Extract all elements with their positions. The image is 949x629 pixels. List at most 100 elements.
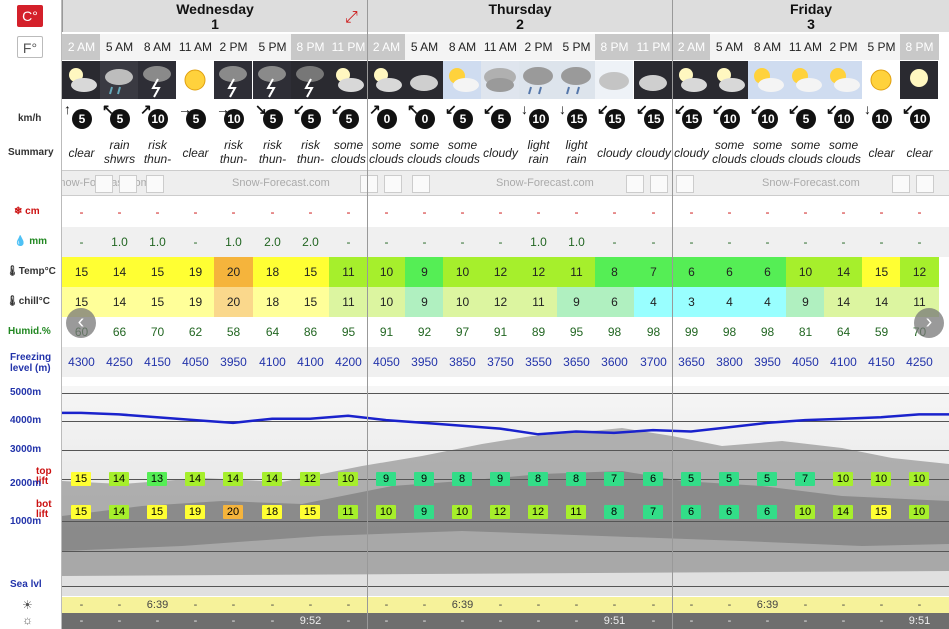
forecast-grid: Wednesday 1 Thursday 2 Friday 3 ⤢ 2 AM 5 AM 8… [52, 0, 949, 629]
snow-cell: - [155, 205, 160, 219]
wind-speed-value: 15 [644, 109, 664, 129]
freezing-cell: 3700 [640, 355, 667, 369]
wind-speed-value: 10 [148, 109, 168, 129]
humidity-cell: 86 [303, 325, 318, 339]
chill-cell: 20 [214, 287, 253, 317]
summary-text: cloudy [597, 146, 632, 160]
heavy-cloud-icon [481, 61, 520, 99]
sunset-row: - - - - - - 9:52 - - - - - - - 9:51 - - - - - - - 9:51 [62, 613, 949, 629]
celsius-button[interactable]: C° [17, 5, 43, 27]
temp-cell: 11 [557, 257, 596, 287]
freezing-cell: 3650 [563, 355, 590, 369]
freezing-cell: 4200 [335, 355, 362, 369]
humidity-row: 6066706258648695919297918995989899989881… [62, 317, 949, 347]
bot-lift-temp: 11 [338, 505, 358, 519]
sunrise-cell: - [879, 599, 884, 611]
summary-cell: risk thun- [291, 138, 330, 168]
chill-cell: 12 [481, 287, 520, 317]
chill-cell: 18 [253, 287, 292, 317]
wind-cell: ↙ 5 [786, 100, 825, 140]
top-lift-temp: 9 [414, 472, 434, 486]
wind-speed-value: 0 [377, 109, 397, 129]
sun-icon [176, 61, 215, 99]
time-cell: 5 AM [405, 34, 444, 60]
temp-cell: 18 [253, 257, 292, 287]
summary-cell: some clouds [748, 138, 787, 168]
sunset-cell: - [689, 615, 694, 627]
temp-cell: 15 [138, 257, 177, 287]
rain-cell: - [346, 235, 351, 249]
wind-cell: ↓ 10 [519, 100, 558, 140]
summary-text: risk [148, 138, 167, 152]
expand-icon[interactable]: ⤢ [345, 9, 358, 27]
temp-cell: 12 [900, 257, 939, 287]
wind-cell: ↙ 5 [329, 100, 368, 140]
summary-text: shwrs [103, 152, 136, 166]
sunset-cell: - [155, 615, 160, 627]
prev-arrow-button[interactable]: ‹ [66, 308, 96, 338]
fahrenheit-button[interactable]: F° [17, 36, 43, 58]
chill-cell: 10 [367, 287, 406, 317]
wind-speed-value: 5 [186, 109, 206, 129]
snow-cell: - [803, 205, 808, 219]
temp-cell: 20 [214, 257, 253, 287]
temp-cell: 6 [710, 257, 749, 287]
freezing-cell: 3600 [601, 355, 628, 369]
summary-cell: some clouds [405, 138, 444, 168]
summary-text: some [714, 138, 745, 152]
freezing-cell: 4150 [144, 355, 171, 369]
time-cell: 11 AM [481, 34, 520, 60]
humidity-cell: 99 [684, 325, 699, 339]
bot-lift-temp: 10 [376, 505, 396, 519]
sunrise-cell: - [536, 599, 541, 611]
row-label-column: C° F° km/h Summary ❄ cm 💧 mm 🌡Temp°C 🌡ch… [0, 0, 62, 629]
sunrise-cell: 6:39 [756, 599, 779, 611]
sunrise-cell: - [651, 599, 656, 611]
wind-cell: ↙ 10 [710, 100, 749, 140]
ad-box [360, 175, 378, 193]
rain-cell: 1.0 [530, 235, 547, 249]
temp-cell: 14 [824, 257, 863, 287]
summary-cell: clear [862, 138, 901, 168]
bot-lift-temp: 19 [185, 505, 205, 519]
rain-cell: - [422, 235, 427, 249]
summary-text: clear [68, 146, 95, 160]
snow-cell: - [917, 205, 922, 219]
chill-cell: 10 [443, 287, 482, 317]
day-separator [672, 0, 673, 629]
sunset-cell: - [460, 615, 465, 627]
time-cell: 5 PM [557, 34, 596, 60]
time-cell: 5 PM [253, 34, 292, 60]
rain-cell: - [803, 235, 808, 249]
freezing-label: Freezing level (m) [10, 352, 52, 374]
wind-cell: ↗ 0 [367, 100, 406, 140]
chill-cell: 11 [329, 287, 368, 317]
summary-text: some [371, 138, 402, 152]
humidity-cell: 92 [417, 325, 432, 339]
sunset-cell: - [117, 615, 122, 627]
sunrise-cell: - [803, 599, 808, 611]
chill-cell: 14 [824, 287, 863, 317]
wind-speed-value: 10 [872, 109, 892, 129]
snow-icon: ❄ [14, 206, 23, 217]
wind-cell: ↙ 5 [481, 100, 520, 140]
wind-arrow-icon: ↓ [559, 101, 566, 117]
sunset-cell: - [651, 615, 656, 627]
summary-text: clouds [826, 152, 861, 166]
snow-cell: - [536, 205, 541, 219]
chill-label: 🌡chill°C [6, 296, 50, 307]
next-arrow-button[interactable]: › [914, 308, 944, 338]
humidity-cell: 98 [760, 325, 775, 339]
sunset-cell: 9:51 [908, 615, 931, 627]
chill-cell: 15 [138, 287, 177, 317]
sunrise-cell: - [841, 599, 846, 611]
wind-speed-value: 5 [110, 109, 130, 129]
top-lift-temp: 9 [376, 472, 396, 486]
day-header-thursday: Thursday 2 [367, 0, 672, 32]
temp-cell: 12 [481, 257, 520, 287]
time-cell: 2 PM [519, 34, 558, 60]
ad-box [916, 175, 934, 193]
summary-text: thun- [219, 152, 248, 166]
snow-cell: - [270, 205, 275, 219]
snow-cell: - [727, 205, 732, 219]
